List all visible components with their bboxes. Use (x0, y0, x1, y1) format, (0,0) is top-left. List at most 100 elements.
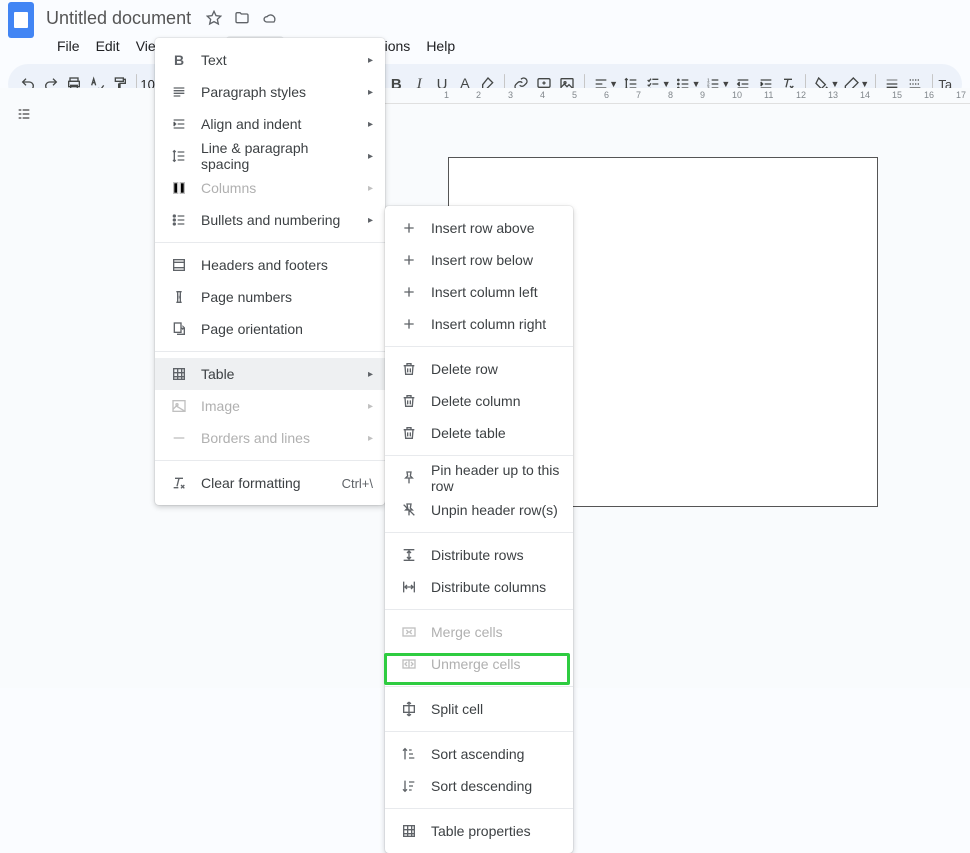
columns-icon (169, 178, 189, 198)
header-footer-icon (169, 255, 189, 275)
pin-icon (399, 468, 419, 488)
ruler-tick: 11 (764, 90, 773, 100)
ruler-tick: 13 (828, 90, 838, 100)
format-item-table[interactable]: Table▸ (155, 358, 385, 390)
menu-item-label: Delete column (431, 393, 561, 409)
table-item-pin-header-up-to-this-row[interactable]: Pin header up to this row (385, 462, 573, 494)
menu-item-label: Columns (201, 180, 356, 196)
format-item-align-and-indent[interactable]: Align and indent▸ (155, 108, 385, 140)
table-submenu: Insert row above Insert row below Insert c… (385, 206, 573, 853)
menu-item-label: Paragraph styles (201, 84, 356, 100)
menu-item-label: Insert row above (431, 220, 561, 236)
menu-item-label: Borders and lines (201, 430, 356, 446)
plus-icon (399, 218, 419, 238)
submenu-arrow-icon: ▸ (368, 183, 373, 194)
star-icon[interactable] (205, 9, 223, 27)
submenu-arrow-icon: ▸ (368, 401, 373, 412)
format-item-bullets-and-numbering[interactable]: Bullets and numbering▸ (155, 204, 385, 236)
separator (385, 731, 573, 732)
document-title[interactable]: Untitled document (46, 8, 191, 29)
separator (385, 532, 573, 533)
ruler-tick: 17 (956, 90, 966, 100)
cloud-status-icon[interactable] (261, 9, 279, 27)
table-item-distribute-rows[interactable]: Distribute rows (385, 539, 573, 571)
menu-item-label: Line & paragraph spacing (201, 140, 356, 172)
table-item-insert-row-below[interactable]: Insert row below (385, 244, 573, 276)
submenu-arrow-icon: ▸ (368, 87, 373, 98)
bold-icon: B (169, 50, 189, 70)
trash-icon (399, 359, 419, 379)
move-folder-icon[interactable] (233, 9, 251, 27)
format-item-columns: Columns ▸ (155, 172, 385, 204)
titlebar: Untitled document (0, 0, 970, 32)
menu-item-label: Insert column left (431, 284, 561, 300)
ruler-tick: 10 (732, 90, 742, 100)
table-item-sort-descending[interactable]: Sort descending (385, 770, 573, 802)
bullets-icon (169, 210, 189, 230)
trash-icon (399, 391, 419, 411)
ruler-tick: 15 (892, 90, 902, 100)
docs-logo-icon[interactable] (8, 2, 34, 38)
menu-item-label: Image (201, 398, 356, 414)
format-dropdown: BText▸Paragraph styles▸Align and indent▸… (155, 38, 385, 505)
table-item-delete-column[interactable]: Delete column (385, 385, 573, 417)
menu-item-label: Page numbers (201, 289, 373, 305)
menu-item-label: Split cell (431, 701, 561, 717)
table-item-unpin-header-row-s-[interactable]: Unpin header row(s) (385, 494, 573, 526)
menu-item-label: Merge cells (431, 624, 561, 640)
format-item-page-numbers[interactable]: #Page numbers (155, 281, 385, 313)
menu-help[interactable]: Help (419, 36, 462, 56)
left-sidebar (0, 88, 48, 688)
format-item-line-paragraph-spacing[interactable]: Line & paragraph spacing ▸ (155, 140, 385, 172)
menu-file[interactable]: File (50, 36, 87, 56)
sort-desc-icon (399, 776, 419, 796)
menu-item-label: Insert row below (431, 252, 561, 268)
ruler-tick: 6 (604, 90, 609, 100)
menu-item-label: Align and indent (201, 116, 356, 132)
table-item-merge-cells: Merge cells (385, 616, 573, 648)
ruler-tick: 12 (796, 90, 806, 100)
merge-icon (399, 622, 419, 642)
separator (385, 808, 573, 809)
menu-item-label: Sort ascending (431, 746, 561, 762)
clear-format-icon (169, 473, 189, 493)
format-item-text[interactable]: BText▸ (155, 44, 385, 76)
format-item-paragraph-styles[interactable]: Paragraph styles ▸ (155, 76, 385, 108)
separator (155, 242, 385, 243)
align-indent-icon (169, 114, 189, 134)
menu-item-label: Delete row (431, 361, 561, 377)
horizontal-ruler[interactable]: 21123456789101112131415161718 (348, 88, 970, 104)
submenu-arrow-icon: ▸ (368, 151, 373, 162)
ruler-tick: 8 (668, 90, 673, 100)
outline-toggle-icon[interactable] (10, 100, 38, 128)
table-item-insert-row-above[interactable]: Insert row above (385, 212, 573, 244)
format-item-borders-and-lines: Borders and lines▸ (155, 422, 385, 454)
format-item-page-orientation[interactable]: Page orientation (155, 313, 385, 345)
separator (385, 609, 573, 610)
orientation-icon (169, 319, 189, 339)
table-item-delete-row[interactable]: Delete row (385, 353, 573, 385)
table-item-table-properties[interactable]: Table properties (385, 815, 573, 847)
table-icon (169, 364, 189, 384)
format-item-headers-and-footers[interactable]: Headers and footers (155, 249, 385, 281)
submenu-arrow-icon: ▸ (368, 215, 373, 226)
ruler-tick: 14 (860, 90, 870, 100)
split-icon (399, 699, 419, 719)
table-item-insert-column-right[interactable]: Insert column right (385, 308, 573, 340)
format-item-clear-formatting[interactable]: Clear formattingCtrl+\ (155, 467, 385, 499)
menu-item-label: Unmerge cells (431, 656, 561, 672)
borders-icon (169, 428, 189, 448)
menu-item-label: Unpin header row(s) (431, 502, 561, 518)
ruler-tick: 1 (444, 90, 449, 100)
table-item-split-cell[interactable]: Split cell (385, 693, 573, 725)
menu-item-label: Distribute columns (431, 579, 561, 595)
menu-item-label: Text (201, 52, 356, 68)
table-item-insert-column-left[interactable]: Insert column left (385, 276, 573, 308)
menu-item-label: Insert column right (431, 316, 561, 332)
table-item-sort-ascending[interactable]: Sort ascending (385, 738, 573, 770)
table-item-distribute-columns[interactable]: Distribute columns (385, 571, 573, 603)
menu-edit[interactable]: Edit (89, 36, 127, 56)
table-item-delete-table[interactable]: Delete table (385, 417, 573, 449)
ruler-tick: 5 (572, 90, 577, 100)
ruler-tick: 16 (924, 90, 934, 100)
